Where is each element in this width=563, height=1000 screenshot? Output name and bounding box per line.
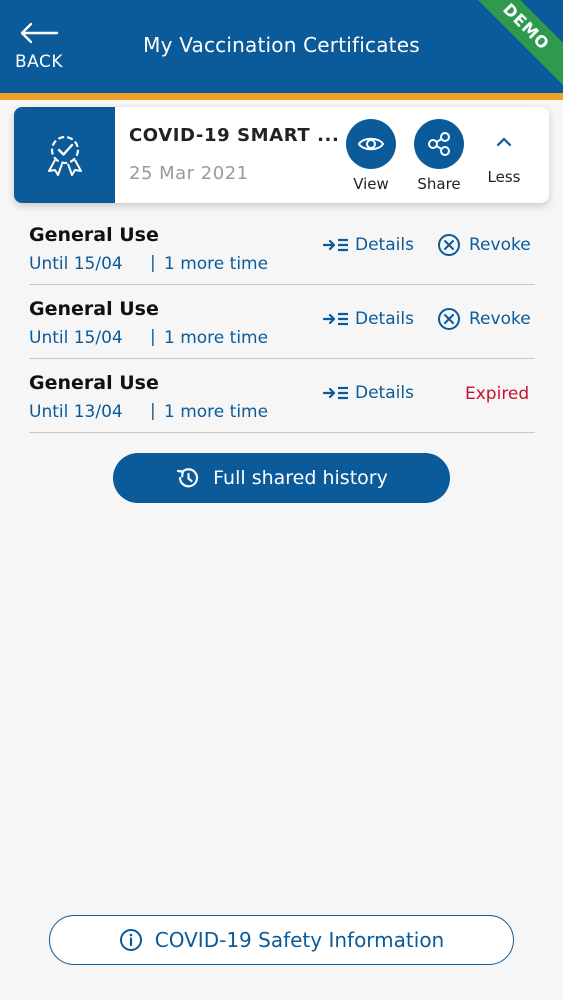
back-button[interactable]: BACK	[10, 22, 68, 78]
details-button[interactable]: Details	[323, 309, 414, 329]
details-list-icon	[323, 312, 348, 326]
revoke-label: Revoke	[469, 309, 531, 329]
share-button[interactable]: Share	[409, 119, 469, 193]
revoke-x-circle-icon	[438, 234, 460, 256]
details-button[interactable]: Details	[323, 235, 414, 255]
details-label: Details	[355, 309, 414, 329]
info-icon	[119, 929, 142, 951]
share-until: Until 15/04	[29, 328, 123, 348]
certificate-name: COVID-19 SMART ...	[129, 125, 340, 146]
share-row: General Use Until 13/04 | 1 more time De…	[29, 359, 535, 433]
share-separator: |	[150, 253, 156, 273]
share-purpose: General Use	[29, 224, 159, 246]
share-uses: 1 more time	[164, 254, 269, 274]
share-until: Until 15/04	[29, 254, 123, 274]
revoke-x-circle-icon	[438, 308, 460, 330]
share-separator: |	[150, 327, 156, 347]
certificate-card[interactable]: COVID-19 SMART ... 25 Mar 2021 View Shar…	[14, 107, 549, 203]
share-purpose: General Use	[29, 298, 159, 320]
demo-ribbon: DEMO	[462, 0, 563, 91]
page-title: My Vaccination Certificates	[143, 33, 420, 57]
history-icon	[177, 468, 199, 488]
share-row: General Use Until 15/04 | 1 more time De…	[29, 285, 535, 359]
details-label: Details	[355, 383, 414, 403]
share-separator: |	[150, 401, 156, 421]
certificate-badge	[14, 107, 115, 203]
view-label: View	[353, 175, 389, 193]
view-button[interactable]: View	[341, 119, 401, 193]
chevron-up-icon	[496, 137, 512, 147]
back-label: BACK	[14, 52, 63, 72]
share-uses: 1 more time	[164, 328, 269, 348]
revoke-label: Revoke	[469, 235, 531, 255]
details-label: Details	[355, 235, 414, 255]
share-uses: 1 more time	[164, 402, 269, 422]
certificate-date: 25 Mar 2021	[129, 163, 249, 184]
app-header: BACK My Vaccination Certificates DEMO	[0, 0, 563, 93]
details-list-icon	[323, 386, 348, 400]
expired-status: Expired	[465, 384, 530, 404]
revoke-button[interactable]: Revoke	[437, 233, 531, 257]
less-label: Less	[487, 168, 521, 186]
less-button[interactable]: Less	[479, 133, 529, 186]
share-label: Share	[417, 175, 461, 193]
safety-information-button[interactable]: COVID-19 Safety Information	[49, 915, 514, 965]
details-list-icon	[323, 238, 348, 252]
share-icon	[428, 132, 450, 156]
share-row: General Use Until 15/04 | 1 more time De…	[29, 211, 535, 285]
details-button[interactable]: Details	[323, 383, 414, 403]
certificate-badge-icon	[47, 135, 82, 176]
history-label: Full shared history	[213, 467, 388, 489]
share-purpose: General Use	[29, 372, 159, 394]
header-accent-bar	[0, 93, 563, 100]
back-arrow-icon	[20, 22, 59, 44]
full-shared-history-button[interactable]: Full shared history	[113, 453, 450, 503]
revoke-button[interactable]: Revoke	[437, 307, 531, 331]
eye-icon	[357, 137, 385, 151]
share-until: Until 13/04	[29, 402, 123, 422]
safety-label: COVID-19 Safety Information	[154, 928, 445, 952]
